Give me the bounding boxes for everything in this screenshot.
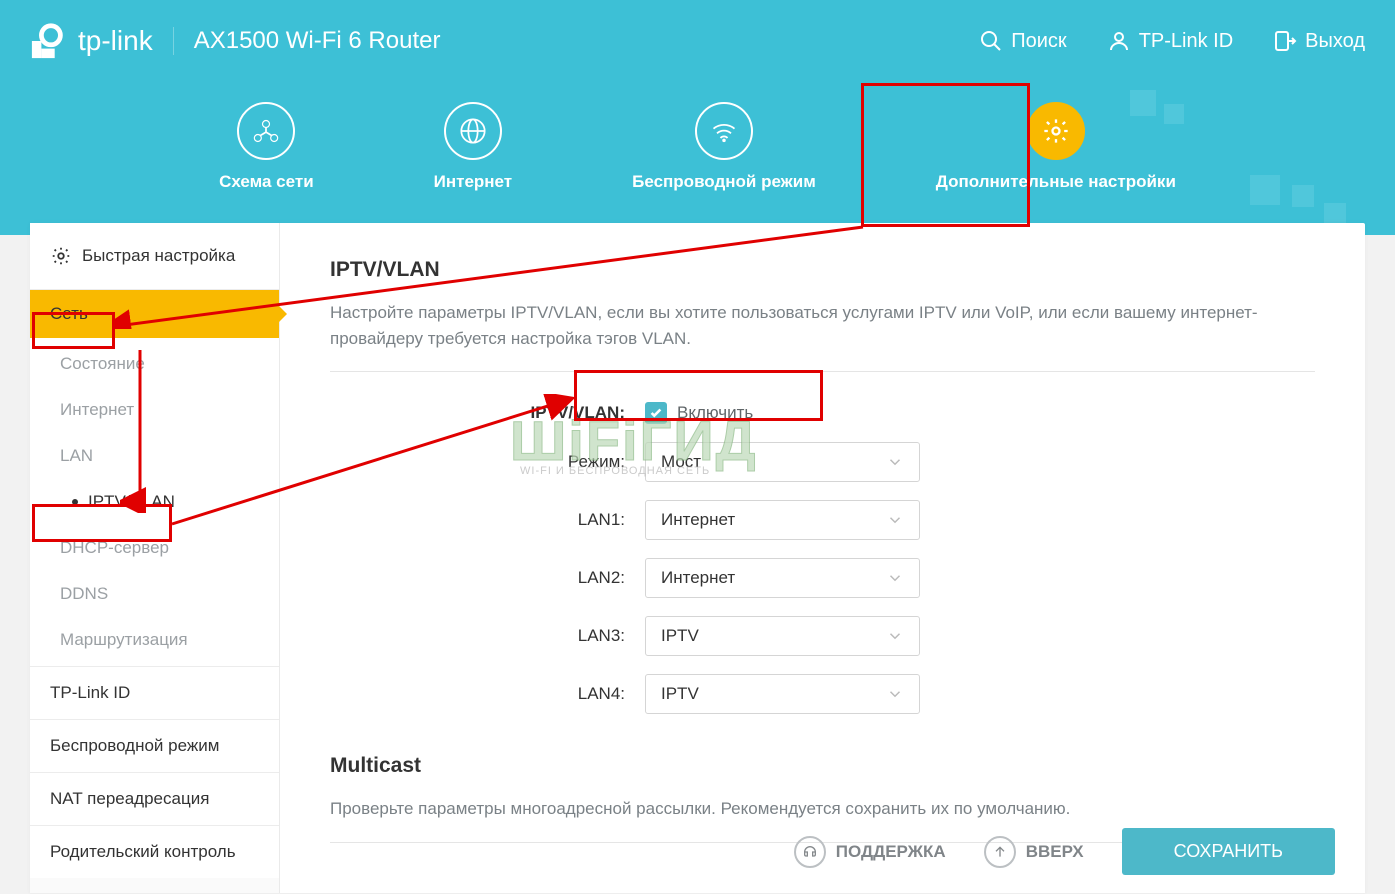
section-title: IPTV/VLAN: [330, 258, 1315, 282]
up-label: ВВЕРХ: [1026, 842, 1084, 862]
tab-label: Беспроводной режим: [632, 172, 816, 192]
chevron-down-icon: [886, 569, 904, 587]
chevron-down-icon: [886, 511, 904, 529]
mode-select[interactable]: Мост: [645, 442, 920, 482]
globe-icon: [444, 102, 502, 160]
lan2-label: LAN2:: [330, 568, 645, 588]
tab-label: Интернет: [434, 172, 512, 192]
sidebar-sub-ddns[interactable]: DDNS: [30, 571, 279, 617]
sidebar: Быстрая настройка Сеть Состояние Интерне…: [30, 223, 280, 893]
user-icon: [1107, 29, 1131, 53]
tab-label: Дополнительные настройки: [936, 172, 1176, 192]
logout-icon: [1273, 29, 1297, 53]
main-content: IPTV/VLAN Настройте параметры IPTV/VLAN,…: [280, 223, 1365, 893]
sidebar-sub-routing[interactable]: Маршрутизация: [30, 617, 279, 666]
lan4-select[interactable]: IPTV: [645, 674, 920, 714]
tplink-icon: [30, 22, 68, 60]
sidebar-sub-iptv[interactable]: IPTV/VLAN: [30, 479, 279, 525]
tab-internet[interactable]: Интернет: [414, 92, 532, 202]
save-button[interactable]: СОХРАНИТЬ: [1122, 828, 1335, 875]
mode-label: Режим:: [330, 452, 645, 472]
chevron-down-icon: [886, 627, 904, 645]
enable-checkbox[interactable]: [645, 402, 667, 424]
multicast-title: Multicast: [330, 754, 1315, 778]
search-icon: [979, 29, 1003, 53]
quick-setup-label: Быстрая настройка: [82, 246, 235, 266]
check-icon: [649, 406, 663, 420]
footer-bar: ПОДДЕРЖКА ВВЕРХ СОХРАНИТЬ: [280, 828, 1365, 893]
lan4-label: LAN4:: [330, 684, 645, 704]
sidebar-nat[interactable]: NAT переадресация: [30, 772, 279, 825]
mode-value: Мост: [661, 452, 701, 472]
sidebar-sub-status[interactable]: Состояние: [30, 338, 279, 387]
lan3-select[interactable]: IPTV: [645, 616, 920, 656]
enable-text: Включить: [677, 403, 753, 423]
sidebar-sub-dhcp[interactable]: DHCP-сервер: [30, 525, 279, 571]
tab-label: Схема сети: [219, 172, 314, 192]
headset-icon: [794, 836, 826, 868]
gear-icon: [50, 245, 72, 267]
arrow-up-icon: [984, 836, 1016, 868]
brand-logo: tp-link: [30, 22, 153, 60]
sidebar-parental[interactable]: Родительский контроль: [30, 825, 279, 878]
support-link[interactable]: ПОДДЕРЖКА: [794, 836, 946, 868]
gear-icon: [1027, 102, 1085, 160]
tab-network-map[interactable]: Схема сети: [199, 92, 334, 202]
chevron-down-icon: [886, 685, 904, 703]
sidebar-quick-setup[interactable]: Быстрая настройка: [30, 223, 279, 290]
sidebar-sub-lan[interactable]: LAN: [30, 433, 279, 479]
lan3-label: LAN3:: [330, 626, 645, 646]
divider: [173, 27, 174, 55]
wifi-icon: [695, 102, 753, 160]
lan2-value: Интернет: [661, 568, 735, 588]
sidebar-wireless[interactable]: Беспроводной режим: [30, 719, 279, 772]
up-link[interactable]: ВВЕРХ: [984, 836, 1084, 868]
chevron-down-icon: [886, 453, 904, 471]
lan1-value: Интернет: [661, 510, 735, 530]
lan2-select[interactable]: Интернет: [645, 558, 920, 598]
enable-label: IPTV/VLAN:: [330, 403, 645, 423]
section-desc: Настройте параметры IPTV/VLAN, если вы х…: [330, 300, 1315, 372]
lan3-value: IPTV: [661, 626, 699, 646]
logout-link[interactable]: Выход: [1273, 29, 1365, 53]
tplink-id-label: TP-Link ID: [1139, 30, 1233, 53]
tab-wireless[interactable]: Беспроводной режим: [612, 92, 836, 202]
sidebar-network[interactable]: Сеть: [30, 290, 279, 338]
network-map-icon: [237, 102, 295, 160]
network-label: Сеть: [50, 304, 88, 323]
sidebar-sub-internet[interactable]: Интернет: [30, 387, 279, 433]
lan4-value: IPTV: [661, 684, 699, 704]
lan1-select[interactable]: Интернет: [645, 500, 920, 540]
model-name: AX1500 Wi-Fi 6 Router: [194, 27, 441, 55]
logout-label: Выход: [1305, 30, 1365, 53]
tplink-id-link[interactable]: TP-Link ID: [1107, 29, 1233, 53]
search-label: Поиск: [1011, 30, 1066, 53]
search-link[interactable]: Поиск: [979, 29, 1066, 53]
sidebar-tplink-id[interactable]: TP-Link ID: [30, 666, 279, 719]
brand-text: tp-link: [78, 25, 153, 57]
support-label: ПОДДЕРЖКА: [836, 842, 946, 862]
lan1-label: LAN1:: [330, 510, 645, 530]
header: tp-link AX1500 Wi-Fi 6 Router Поиск TP-L…: [0, 0, 1395, 235]
